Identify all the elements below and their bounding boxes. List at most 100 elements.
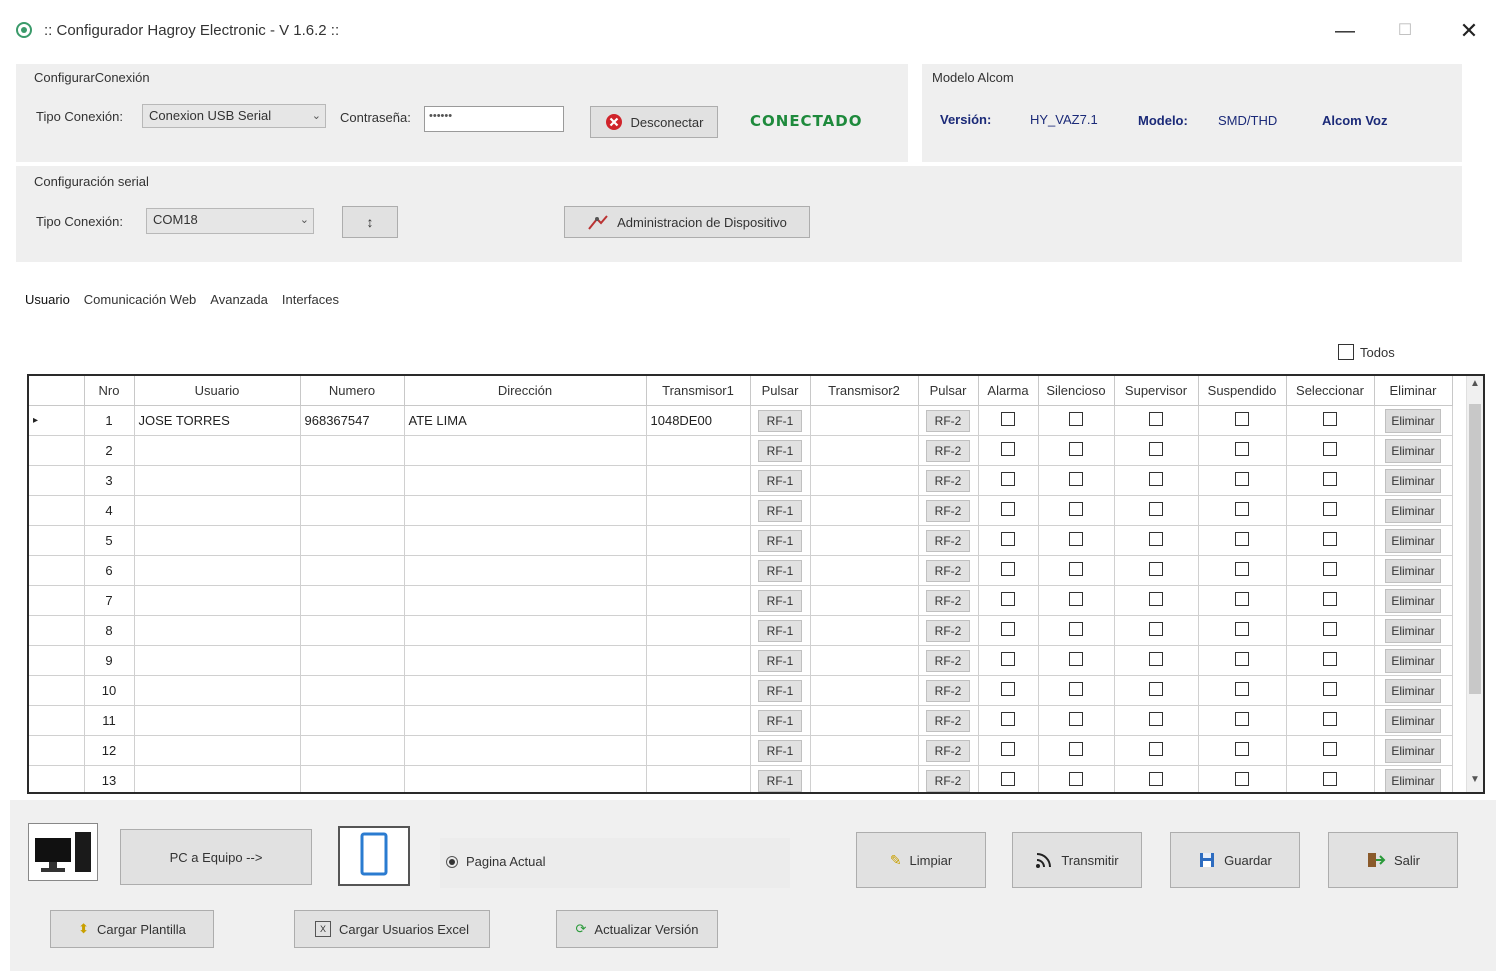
cell-numero[interactable] [300,675,405,706]
column-header[interactable]: Silencioso [1038,376,1115,406]
supervisor-checkbox[interactable] [1149,592,1163,606]
delete-row-button[interactable]: Eliminar [1385,498,1441,523]
tab-usuario[interactable]: Usuario [18,288,77,312]
rf1-button[interactable]: RF-1 [758,739,802,762]
cell-usuario[interactable]: JOSE TORRES [134,405,301,436]
supervisor-checkbox[interactable] [1149,472,1163,486]
cell-transmisor2[interactable] [810,555,919,586]
table-row[interactable]: 4 RF-1 RF-2 Eliminar [29,495,1453,526]
cell-transmisor1[interactable] [646,585,751,616]
rf2-button[interactable]: RF-2 [926,469,970,492]
rf1-button[interactable]: RF-1 [758,769,802,792]
rf1-button[interactable]: RF-1 [758,469,802,492]
cell-transmisor2[interactable] [810,735,919,766]
row-header[interactable] [29,465,85,496]
current-page-option[interactable]: Pagina Actual [446,854,546,869]
cell-usuario[interactable] [134,675,301,706]
silencioso-checkbox[interactable] [1069,592,1083,606]
load-excel-button[interactable]: X Cargar Usuarios Excel [294,910,490,948]
cell-usuario[interactable] [134,465,301,496]
row-header[interactable] [29,435,85,466]
seleccionar-checkbox[interactable] [1323,712,1337,726]
rf2-button[interactable]: RF-2 [926,589,970,612]
alarma-checkbox[interactable] [1001,772,1015,786]
delete-row-button[interactable]: Eliminar [1385,768,1441,792]
cell-numero[interactable]: 968367547 [300,405,405,436]
table-row[interactable]: 12 RF-1 RF-2 Eliminar [29,735,1453,766]
row-header[interactable] [29,705,85,736]
seleccionar-checkbox[interactable] [1323,592,1337,606]
column-header[interactable]: Seleccionar [1286,376,1375,406]
seleccionar-checkbox[interactable] [1323,772,1337,786]
load-template-button[interactable]: ⬍ Cargar Plantilla [50,910,214,948]
users-grid[interactable]: Nro Usuario Numero Dirección Transmisor1 Puls… [27,374,1485,794]
scroll-thumb[interactable] [1469,404,1481,694]
refresh-ports-button[interactable]: ↕ [342,206,398,238]
cell-direccion[interactable]: ATE LIMA [404,405,647,436]
cell-usuario[interactable] [134,645,301,676]
delete-row-button[interactable]: Eliminar [1385,408,1441,433]
silencioso-checkbox[interactable] [1069,532,1083,546]
suspendido-checkbox[interactable] [1235,712,1249,726]
cell-usuario[interactable] [134,615,301,646]
cell-numero[interactable] [300,735,405,766]
cell-transmisor1[interactable] [646,765,751,792]
rf2-button[interactable]: RF-2 [926,409,970,432]
table-row[interactable]: 2 RF-1 RF-2 Eliminar [29,435,1453,466]
transmit-button[interactable]: Transmitir [1012,832,1142,888]
cell-usuario[interactable] [134,555,301,586]
alarma-checkbox[interactable] [1001,442,1015,456]
row-header[interactable] [29,615,85,646]
delete-row-button[interactable]: Eliminar [1385,678,1441,703]
cell-numero[interactable] [300,555,405,586]
silencioso-checkbox[interactable] [1069,472,1083,486]
scroll-up-icon[interactable]: ▲ [1467,378,1483,394]
cell-transmisor2[interactable] [810,585,919,616]
silencioso-checkbox[interactable] [1069,412,1083,426]
alarma-checkbox[interactable] [1001,592,1015,606]
cell-usuario[interactable] [134,765,301,792]
tab-comunicacion-web[interactable]: Comunicación Web [77,288,203,312]
cell-transmisor1[interactable] [646,615,751,646]
cell-transmisor1[interactable] [646,705,751,736]
suspendido-checkbox[interactable] [1235,622,1249,636]
disconnect-button[interactable]: Desconectar [590,106,718,138]
row-header[interactable] [29,675,85,706]
cell-transmisor1[interactable]: 1048DE00 [646,405,751,436]
cell-transmisor2[interactable] [810,495,919,526]
save-button[interactable]: Guardar [1170,832,1300,888]
scroll-down-icon[interactable]: ▼ [1467,774,1483,790]
device-admin-button[interactable]: Administracion de Dispositivo [564,206,810,238]
column-header[interactable]: Nro [84,376,135,406]
cell-transmisor2[interactable] [810,765,919,792]
rf1-button[interactable]: RF-1 [758,499,802,522]
cell-numero[interactable] [300,435,405,466]
minimize-button[interactable]: — [1322,14,1368,48]
rf2-button[interactable]: RF-2 [926,439,970,462]
tab-avanzada[interactable]: Avanzada [203,288,275,312]
cell-direccion[interactable] [404,585,647,616]
row-header[interactable] [29,735,85,766]
silencioso-checkbox[interactable] [1069,712,1083,726]
delete-row-button[interactable]: Eliminar [1385,618,1441,643]
cell-numero[interactable] [300,765,405,792]
cell-usuario[interactable] [134,585,301,616]
cell-usuario[interactable] [134,705,301,736]
cell-direccion[interactable] [404,495,647,526]
suspendido-checkbox[interactable] [1235,772,1249,786]
row-header[interactable]: ▸ [29,405,85,436]
cell-numero[interactable] [300,585,405,616]
seleccionar-checkbox[interactable] [1323,742,1337,756]
seleccionar-checkbox[interactable] [1323,442,1337,456]
cell-usuario[interactable] [134,435,301,466]
supervisor-checkbox[interactable] [1149,652,1163,666]
select-all[interactable]: Todos [1338,344,1395,360]
cell-direccion[interactable] [404,645,647,676]
supervisor-checkbox[interactable] [1149,442,1163,456]
cell-direccion[interactable] [404,735,647,766]
suspendido-checkbox[interactable] [1235,592,1249,606]
column-header[interactable]: Supervisor [1114,376,1199,406]
seleccionar-checkbox[interactable] [1323,532,1337,546]
delete-row-button[interactable]: Eliminar [1385,588,1441,613]
rf1-button[interactable]: RF-1 [758,409,802,432]
